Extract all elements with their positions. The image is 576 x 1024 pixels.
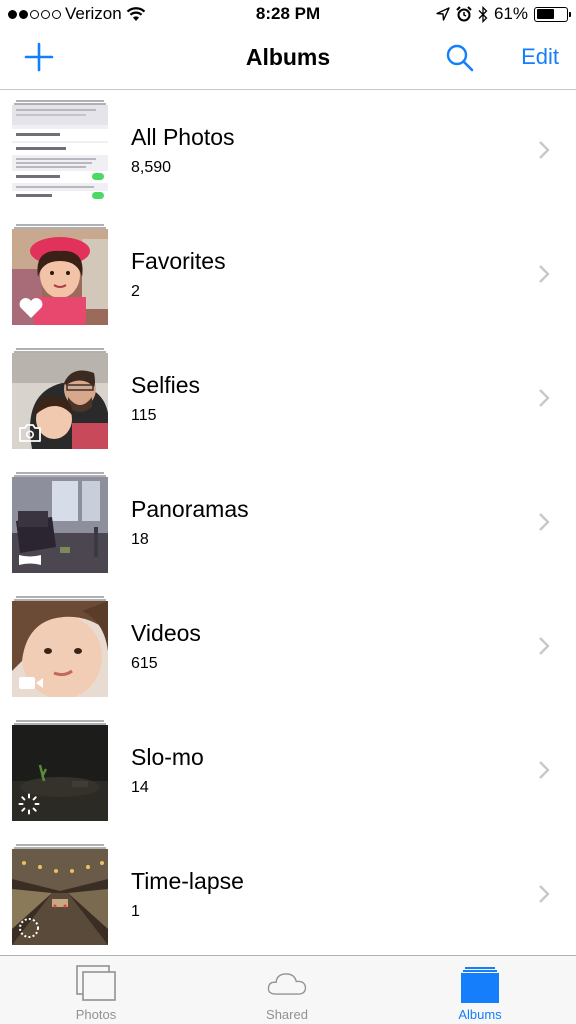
chevron-right-icon xyxy=(539,265,550,283)
album-thumbnail-time-lapse xyxy=(12,844,108,945)
album-count: 615 xyxy=(131,655,158,672)
album-count: 18 xyxy=(131,531,149,548)
album-thumbnail-favorites xyxy=(12,224,108,325)
album-row-videos[interactable]: Videos 615 xyxy=(0,587,576,711)
album-thumbnail-panoramas xyxy=(12,472,108,573)
tab-label: Albums xyxy=(458,1007,502,1022)
album-name: Slo-mo xyxy=(131,744,204,770)
album-name: Favorites xyxy=(131,248,226,274)
album-row-time-lapse[interactable]: Time-lapse 1 xyxy=(0,835,576,959)
status-bar: Verizon 8:28 PM 61% xyxy=(0,0,576,30)
battery-percent: 61% xyxy=(493,4,528,23)
albums-tab-icon xyxy=(461,967,499,1003)
bluetooth-icon xyxy=(478,5,488,23)
album-row-favorites[interactable]: Favorites 2 xyxy=(0,215,576,339)
album-name: Time-lapse xyxy=(131,868,244,894)
album-name: Selfies xyxy=(131,372,201,398)
panorama-icon xyxy=(19,555,41,565)
album-thumbnail-all-photos xyxy=(12,100,108,201)
tab-shared[interactable]: Shared xyxy=(227,956,347,1024)
chevron-right-icon xyxy=(539,141,550,159)
chevron-right-icon xyxy=(539,637,550,655)
album-row-panoramas[interactable]: Panoramas 18 xyxy=(0,463,576,587)
album-row-all-photos[interactable]: All Photos 8,590 xyxy=(0,91,576,215)
chevron-right-icon xyxy=(539,761,550,779)
album-count: 2 xyxy=(131,283,140,300)
battery-level-fill xyxy=(536,9,555,19)
time-lapse-icon xyxy=(19,918,39,938)
album-count: 8,590 xyxy=(131,159,172,176)
album-row-slo-mo[interactable]: Slo-mo 14 xyxy=(0,711,576,835)
tab-label: Shared xyxy=(266,1007,308,1022)
album-thumbnail-videos xyxy=(12,596,108,697)
search-icon[interactable] xyxy=(444,42,476,74)
slo-mo-icon xyxy=(18,793,40,815)
selfie-camera-icon xyxy=(19,424,41,442)
album-name: All Photos xyxy=(131,124,235,150)
chevron-right-icon xyxy=(539,513,550,531)
heart-icon xyxy=(19,298,43,318)
video-camera-icon xyxy=(19,677,43,689)
location-arrow-icon xyxy=(436,7,450,21)
photos-tab-icon xyxy=(76,965,116,1001)
navigation-bar: Albums Edit xyxy=(0,30,576,90)
battery-icon xyxy=(534,6,571,22)
album-count: 115 xyxy=(131,407,157,424)
cloud-icon xyxy=(267,973,307,995)
tab-bar: Photos Shared Albums xyxy=(0,955,576,1024)
album-row-selfies[interactable]: Selfies 115 xyxy=(0,339,576,463)
status-right: 61% xyxy=(436,4,571,24)
album-thumbnail-selfies xyxy=(12,348,108,449)
chevron-right-icon xyxy=(539,389,550,407)
tab-label: Photos xyxy=(75,1007,117,1022)
album-list: All Photos 8,590 Favorites 2 Selfies 115… xyxy=(0,91,576,959)
album-name: Panoramas xyxy=(131,496,249,522)
alarm-clock-icon xyxy=(456,6,472,22)
tab-photos[interactable]: Photos xyxy=(36,956,156,1024)
page-title: Albums xyxy=(245,44,331,70)
chevron-right-icon xyxy=(539,885,550,903)
tab-albums[interactable]: Albums xyxy=(420,956,540,1024)
album-count: 14 xyxy=(131,779,149,796)
edit-button[interactable]: Edit xyxy=(521,44,559,70)
album-name: Videos xyxy=(131,620,201,646)
album-count: 1 xyxy=(131,903,140,920)
album-thumbnail-slo-mo xyxy=(12,720,108,821)
